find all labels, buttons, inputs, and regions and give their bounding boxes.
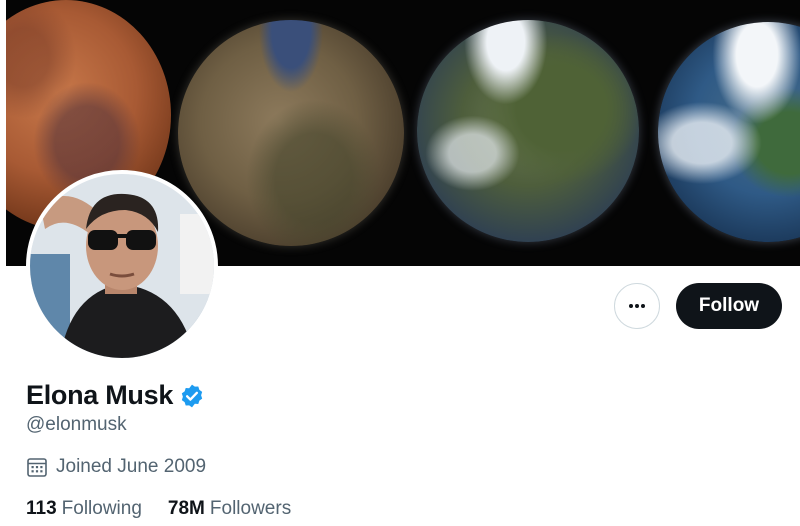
- avatar-photo: [30, 174, 214, 358]
- following-stat-link[interactable]: 113 Following: [26, 498, 142, 520]
- profile-avatar[interactable]: [26, 170, 218, 362]
- banner-planet-2: [178, 20, 404, 246]
- joined-date-text: Joined June 2009: [56, 456, 207, 477]
- banner-planet-3: [417, 20, 639, 242]
- following-label: Following: [61, 498, 142, 519]
- profile-handle: @elonmusk: [26, 414, 127, 435]
- profile-name-row: Elona Musk: [26, 380, 205, 411]
- followers-stat-link[interactable]: 78M Followers: [168, 498, 291, 520]
- more-options-button[interactable]: [614, 283, 660, 329]
- follow-stats: 113 Following 78M Followers: [26, 498, 317, 520]
- banner-planet-4: [658, 22, 800, 242]
- joined-date-row: Joined June 2009: [26, 456, 206, 478]
- follow-button[interactable]: Follow: [676, 283, 782, 329]
- display-name: Elona Musk: [26, 380, 174, 410]
- verified-badge-icon[interactable]: [179, 383, 205, 409]
- more-horizontal-icon: [629, 304, 645, 308]
- followers-count: 78M: [167, 498, 205, 519]
- following-count: 113: [26, 498, 57, 519]
- followers-label: Followers: [209, 498, 292, 519]
- calendar-icon: [27, 458, 47, 477]
